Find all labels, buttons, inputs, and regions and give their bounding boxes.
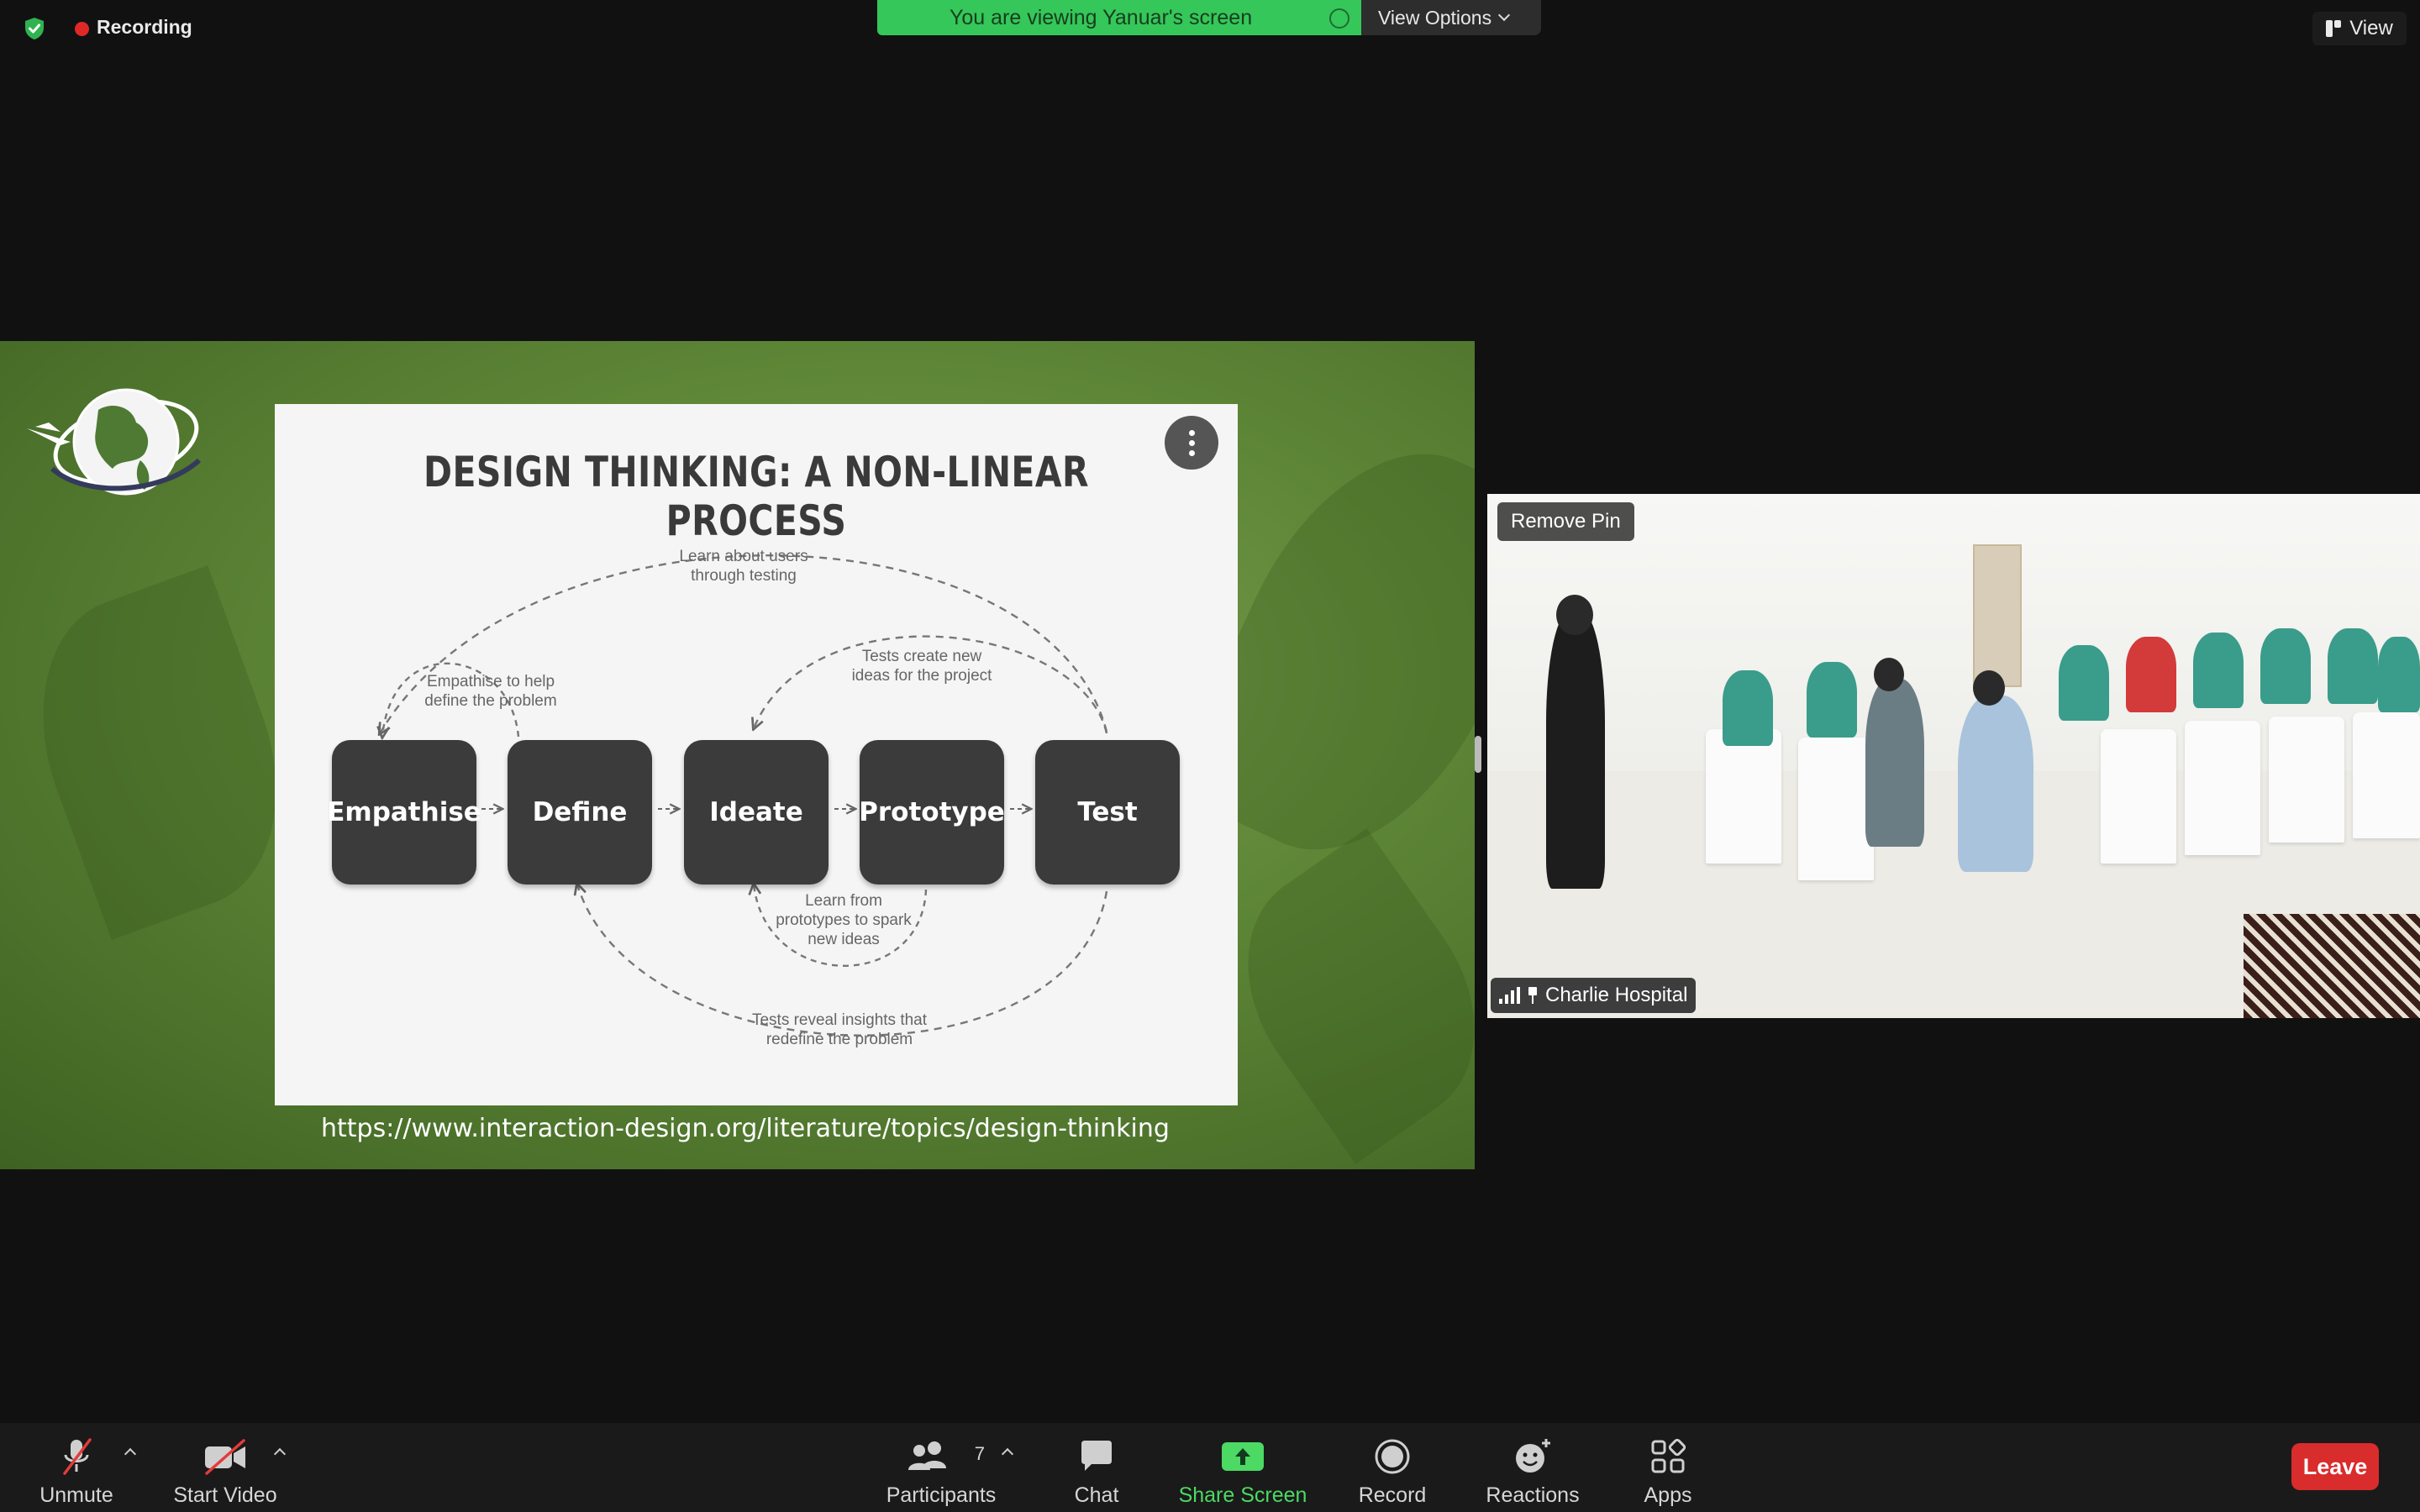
record-label: Record (1358, 1483, 1427, 1507)
apps-icon (1639, 1431, 1697, 1482)
global-health-tourism-logo (27, 388, 201, 496)
video-chair (1798, 738, 1874, 880)
viewing-screen-banner: You are viewing Yanuar's screen (877, 0, 1361, 35)
view-options-label: View Options (1378, 6, 1492, 29)
stage-test: Test (1035, 740, 1180, 885)
pin-icon (1527, 987, 1539, 1004)
note-learn-from-prototypes: Learn from prototypes to spark new ideas (747, 891, 940, 949)
view-button-label: View (2349, 17, 2393, 39)
note-empathise-to-help: Empathise to help define the problem (394, 672, 587, 711)
participant-video-tile[interactable]: Remove Pin Charlie Hospital (1487, 494, 2420, 1018)
record-icon (1363, 1431, 1422, 1482)
recording-dot-icon (75, 22, 89, 36)
background-leaf (1201, 828, 1475, 1164)
apps-button[interactable]: Apps (1634, 1423, 1702, 1512)
video-off-icon (196, 1431, 255, 1482)
stage-ideate: Ideate (684, 740, 829, 885)
video-chair (2185, 721, 2260, 855)
reactions-icon (1503, 1431, 1562, 1482)
participant-name: Charlie Hospital (1545, 984, 1688, 1006)
view-options-button[interactable]: View Options (1361, 0, 1541, 35)
panel-resize-handle[interactable] (1475, 736, 1481, 773)
stage-prototype: Prototype (859, 740, 1005, 885)
note-line: prototypes to spark (776, 911, 912, 929)
view-layout-button[interactable]: View (2312, 12, 2407, 45)
chat-button[interactable]: Chat (1063, 1423, 1130, 1512)
record-button[interactable]: Record (1355, 1423, 1430, 1512)
video-person (2126, 637, 2176, 712)
note-line: new ideas (808, 931, 880, 948)
reactions-button[interactable]: Reactions (1481, 1423, 1585, 1512)
note-line: define the problem (424, 692, 557, 710)
note-line: ideas for the project (851, 667, 992, 685)
leave-button[interactable]: Leave (2291, 1443, 2379, 1490)
video-person (1723, 670, 1773, 746)
note-line: Empathise to help (426, 673, 555, 690)
sharing-status-icon (1329, 8, 1349, 29)
muted-microphone-icon (47, 1431, 106, 1482)
layout-icon (2326, 20, 2342, 37)
video-person (1807, 662, 1857, 738)
more-options-icon[interactable] (1165, 416, 1218, 470)
video-chair (2353, 712, 2420, 838)
shared-screen: DESIGN THINKING: A NON-LINEAR PROCESS Em… (0, 341, 1475, 1169)
video-person (1546, 612, 1605, 889)
video-chair (2101, 729, 2176, 864)
participant-count: 7 (974, 1443, 985, 1464)
video-person (2328, 628, 2378, 704)
participants-button[interactable]: 7 Participants (882, 1423, 1000, 1512)
chevron-down-icon (1498, 8, 1511, 22)
participants-label: Participants (886, 1483, 997, 1507)
stage-empathise: Empathise (327, 740, 481, 885)
participants-icon: 7 (899, 1431, 985, 1482)
stage-define: Define (508, 740, 652, 885)
video-person (2059, 645, 2109, 721)
video-person (2260, 628, 2311, 704)
note-tests-reveal: Tests reveal insights that redefine the … (743, 1011, 936, 1049)
video-person (2193, 633, 2244, 708)
video-person (1958, 696, 2033, 872)
apps-label: Apps (1644, 1483, 1692, 1507)
remove-pin-button[interactable]: Remove Pin (1497, 502, 1634, 541)
source-url: https://www.interaction-design.org/liter… (321, 1114, 1170, 1143)
video-chair (2269, 717, 2344, 843)
note-line: Learn from (805, 892, 882, 910)
chat-label: Chat (1074, 1483, 1119, 1507)
video-carpet (2244, 914, 2420, 1018)
note-learn-about-users: Learn about users through testing (647, 547, 840, 585)
note-line: Tests reveal insights that (751, 1011, 928, 1029)
note-line: Tests create new (861, 648, 982, 665)
share-screen-label: Share Screen (1178, 1483, 1307, 1507)
note-line: redefine the problem (765, 1031, 913, 1048)
video-door (1973, 544, 2022, 687)
video-person-head (1874, 658, 1904, 691)
video-person (2378, 637, 2420, 712)
unmute-button[interactable]: Unmute (39, 1423, 114, 1512)
reactions-label: Reactions (1486, 1483, 1580, 1507)
presentation-slide: DESIGN THINKING: A NON-LINEAR PROCESS Em… (275, 404, 1238, 1105)
video-chair (1706, 729, 1781, 864)
share-screen-icon (1213, 1431, 1272, 1482)
chat-icon (1067, 1431, 1126, 1482)
video-person-head (1973, 670, 2005, 706)
background-leaf (2, 564, 318, 941)
video-person (1865, 679, 1924, 847)
start-video-label: Start Video (173, 1483, 277, 1507)
viewing-banner-text: You are viewing Yanuar's screen (950, 5, 1253, 29)
connection-signal-icon (1499, 987, 1520, 1004)
note-tests-create: Tests create new ideas for the project (825, 647, 1018, 685)
security-shield-icon[interactable] (23, 17, 46, 40)
note-line: through testing (691, 567, 797, 585)
note-line: Learn about users (679, 548, 808, 565)
share-screen-button[interactable]: Share Screen (1172, 1423, 1313, 1512)
video-person-head (1556, 595, 1593, 635)
recording-label[interactable]: Recording (97, 16, 192, 39)
unmute-label: Unmute (39, 1483, 113, 1507)
participant-name-tag: Charlie Hospital (1491, 978, 1697, 1013)
start-video-button[interactable]: Start Video (171, 1423, 280, 1512)
